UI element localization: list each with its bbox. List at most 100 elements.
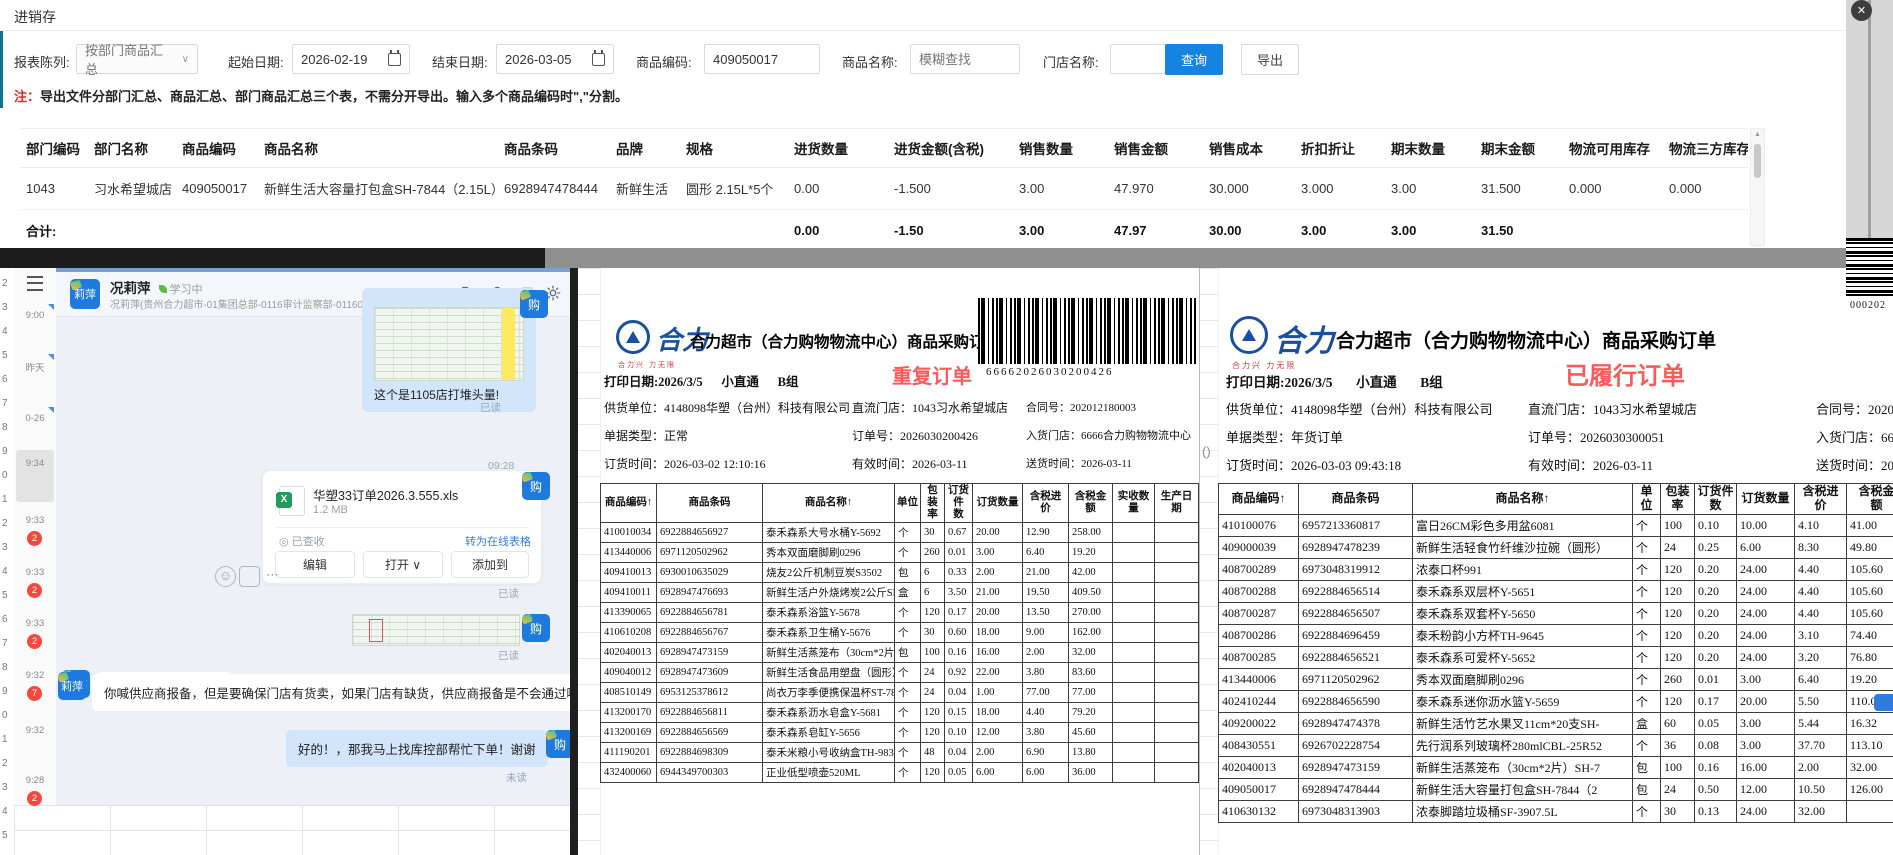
file-edit-button[interactable]: 编辑 <box>275 551 355 578</box>
cell: 0.16 <box>944 642 973 664</box>
file-addto-button[interactable]: 添加到 <box>451 551 529 578</box>
cell: 410100076 <box>1218 513 1299 537</box>
product-name-input[interactable] <box>910 44 1020 74</box>
cell: 30 <box>920 522 945 544</box>
display-mode-select[interactable]: 按部门商品汇总 ∨ <box>76 43 198 77</box>
table-row: 4020400136928947473159新鲜生活蒸笼布（30cm*2片）SH… <box>600 642 1199 664</box>
comment-icon[interactable] <box>239 566 260 587</box>
cell: 24.00 <box>1736 601 1795 625</box>
cell <box>1154 562 1199 584</box>
avatar[interactable]: 莉萍 <box>70 279 100 309</box>
query-button[interactable]: 查询 <box>1165 44 1223 75</box>
supplier: 供货单位：4148098华塑（台州）科技有限公司 <box>1226 402 1493 417</box>
column-header: 商品条码 <box>656 482 763 524</box>
cell: 24 <box>1660 777 1695 801</box>
table-row: 413390065 6922884656781 泰禾森系浴篮Y-5678 个 120 0.… <box>600 602 1199 624</box>
cell: 泰禾森系双层杯Y-5651 <box>1412 579 1633 603</box>
more-icon[interactable]: ⋯ <box>263 566 282 585</box>
product-code-input[interactable] <box>704 44 820 74</box>
column-header: 订货件 数 <box>944 482 973 524</box>
cell: 0.16 <box>1694 755 1737 779</box>
cell: 0.20 <box>1694 557 1737 581</box>
inventory-report-panel: 进销存 报表陈列: 按部门商品汇总 ∨ 起始日期: 2026-02-19 结束日… <box>0 0 1893 252</box>
totals-row: 合计: 0.00 -1.50 3.00 47.97 30.00 3.00 3.00 31.50 <box>20 209 1748 252</box>
menu-icon[interactable] <box>27 276 43 291</box>
cell: 6922884656507 <box>1298 601 1413 625</box>
received-message[interactable]: 你喊供应商报备，但是要确保门店有货卖，如果门店有缺货，供应商报备是不会通过哦 <box>92 674 592 711</box>
cell: 6928947478444 <box>498 167 610 210</box>
chat-list-time[interactable]: 9:33 <box>14 515 56 526</box>
file-name: 华塑33订单2026.3.555.xls <box>313 489 459 503</box>
cell: 新鲜生活蒸笼布（30cm*2片）SH-7 <box>762 642 895 664</box>
scroll-up-icon[interactable]: ▲ <box>1751 129 1764 141</box>
export-button[interactable]: 导出 <box>1241 44 1299 75</box>
cell: 0.01 <box>944 542 973 564</box>
cell: 13.80 <box>1068 742 1113 764</box>
close-button[interactable]: ✕ <box>1851 0 1872 21</box>
sent-message[interactable]: 好的！，那我马上找库控部帮忙下单！谢谢 <box>286 730 548 767</box>
table-scrollbar[interactable]: ▲ <box>1750 128 1765 246</box>
file-open-button[interactable]: 打开 ∨ <box>363 551 443 578</box>
cell: 0.08 <box>1694 733 1737 757</box>
chat-list-time[interactable]: 9:28 <box>14 775 56 786</box>
cell: 24 <box>1660 535 1695 559</box>
cell: 个 <box>894 682 921 704</box>
sent-spreadsheet-thumbnail[interactable] <box>352 614 520 646</box>
spreadsheet-image[interactable] <box>374 307 524 381</box>
scrollbar-thumb[interactable] <box>1754 144 1761 178</box>
cell <box>1112 542 1155 564</box>
column-header: 商品名称↑ <box>762 482 895 524</box>
chevron-down-icon: ∨ <box>181 53 189 65</box>
cell: 19.50 <box>1022 582 1069 604</box>
convert-link[interactable]: 转为在线表格 <box>465 533 531 549</box>
cell: 个 <box>894 702 921 724</box>
chat-list-time[interactable]: 9:34 <box>14 458 56 469</box>
self-avatar[interactable]: 购 <box>522 472 550 500</box>
chat-list-collapsed[interactable]: 9:00 昨天 0-26 9:34 9:33 2 9:33 2 9:33 2 9:32 7 9:32 9:… <box>14 268 57 806</box>
floating-badge[interactable] <box>1874 694 1893 711</box>
cell: 3.00 <box>1736 711 1795 735</box>
cell: 6922884656767 <box>656 622 763 644</box>
chat-list-time[interactable]: 9:32 <box>14 670 56 681</box>
cell: 0.20 <box>1694 623 1737 647</box>
scroll-hint: () <box>1202 444 1211 459</box>
cell: 413390065 <box>600 602 657 624</box>
start-date-input[interactable]: 2026-02-19 <box>292 44 410 74</box>
window-edge-grey <box>545 248 1846 268</box>
cell: 120 <box>1660 645 1695 669</box>
self-avatar[interactable]: 购 <box>520 290 548 318</box>
channel: 小直通 <box>721 375 759 389</box>
excel-gutter <box>578 268 601 855</box>
peer-avatar[interactable]: 莉萍 <box>58 672 86 700</box>
group: B组 <box>1420 375 1443 390</box>
row-number: 7 <box>2 638 8 649</box>
chat-list-time[interactable]: 9:32 <box>14 725 56 736</box>
excel-file-icon: X <box>276 486 305 516</box>
table-row: 411190201 6922884698309 泰禾米粮小号收纳盒TH-9830 个 4… <box>600 742 1199 764</box>
emoji-react-icon[interactable]: ☺ <box>215 566 236 587</box>
cell: 泰禾森系大号水桶Y-5692 <box>762 522 895 544</box>
cell: 泰禾森系沥水皂盒Y-5681 <box>762 702 895 724</box>
cell: 6.00 <box>1736 535 1795 559</box>
chat-list-time[interactable]: 9:00 <box>14 310 56 321</box>
cell: 新鲜生活食品用塑盘（圆形）Φ190 <box>762 662 895 684</box>
file-message-card[interactable]: X 华塑33订单2026.3.555.xls 1.2 MB ◎ 已查收 转为在线… <box>262 470 542 584</box>
column-header: 单位 <box>894 482 921 524</box>
chat-list-time[interactable]: 昨天 <box>14 360 56 374</box>
cell: 6.40 <box>1794 667 1847 691</box>
sent-image-message[interactable]: 这个是1105店打堆头量! <box>362 288 536 412</box>
chat-list-time[interactable]: 0-26 <box>14 413 56 424</box>
cell: 个 <box>894 542 921 564</box>
doc-title: 合力超市（合力购物物流中心）商品采购订单 <box>1336 331 1717 352</box>
cell: 0.20 <box>1694 601 1737 625</box>
cell: 3.00 <box>972 542 1023 564</box>
cell: 泰禾森系浴篮Y-5678 <box>762 602 895 624</box>
cell: 6928947478444 <box>1298 777 1413 801</box>
chat-list-time[interactable]: 9:33 <box>14 567 56 578</box>
table-row: 410630132 6973048313903 浓泰脚踏垃圾桶SF-3907.5L 个… <box>1218 799 1893 823</box>
page-title: 进销存 <box>14 9 56 25</box>
chat-list-time[interactable]: 9:33 <box>14 618 56 629</box>
end-date-input[interactable]: 2026-03-05 <box>496 44 614 74</box>
table-row: 409050017 6928947478444 新鲜生活大容量打包盒SH-7844（… <box>1218 777 1893 801</box>
self-avatar[interactable]: 购 <box>522 614 550 642</box>
